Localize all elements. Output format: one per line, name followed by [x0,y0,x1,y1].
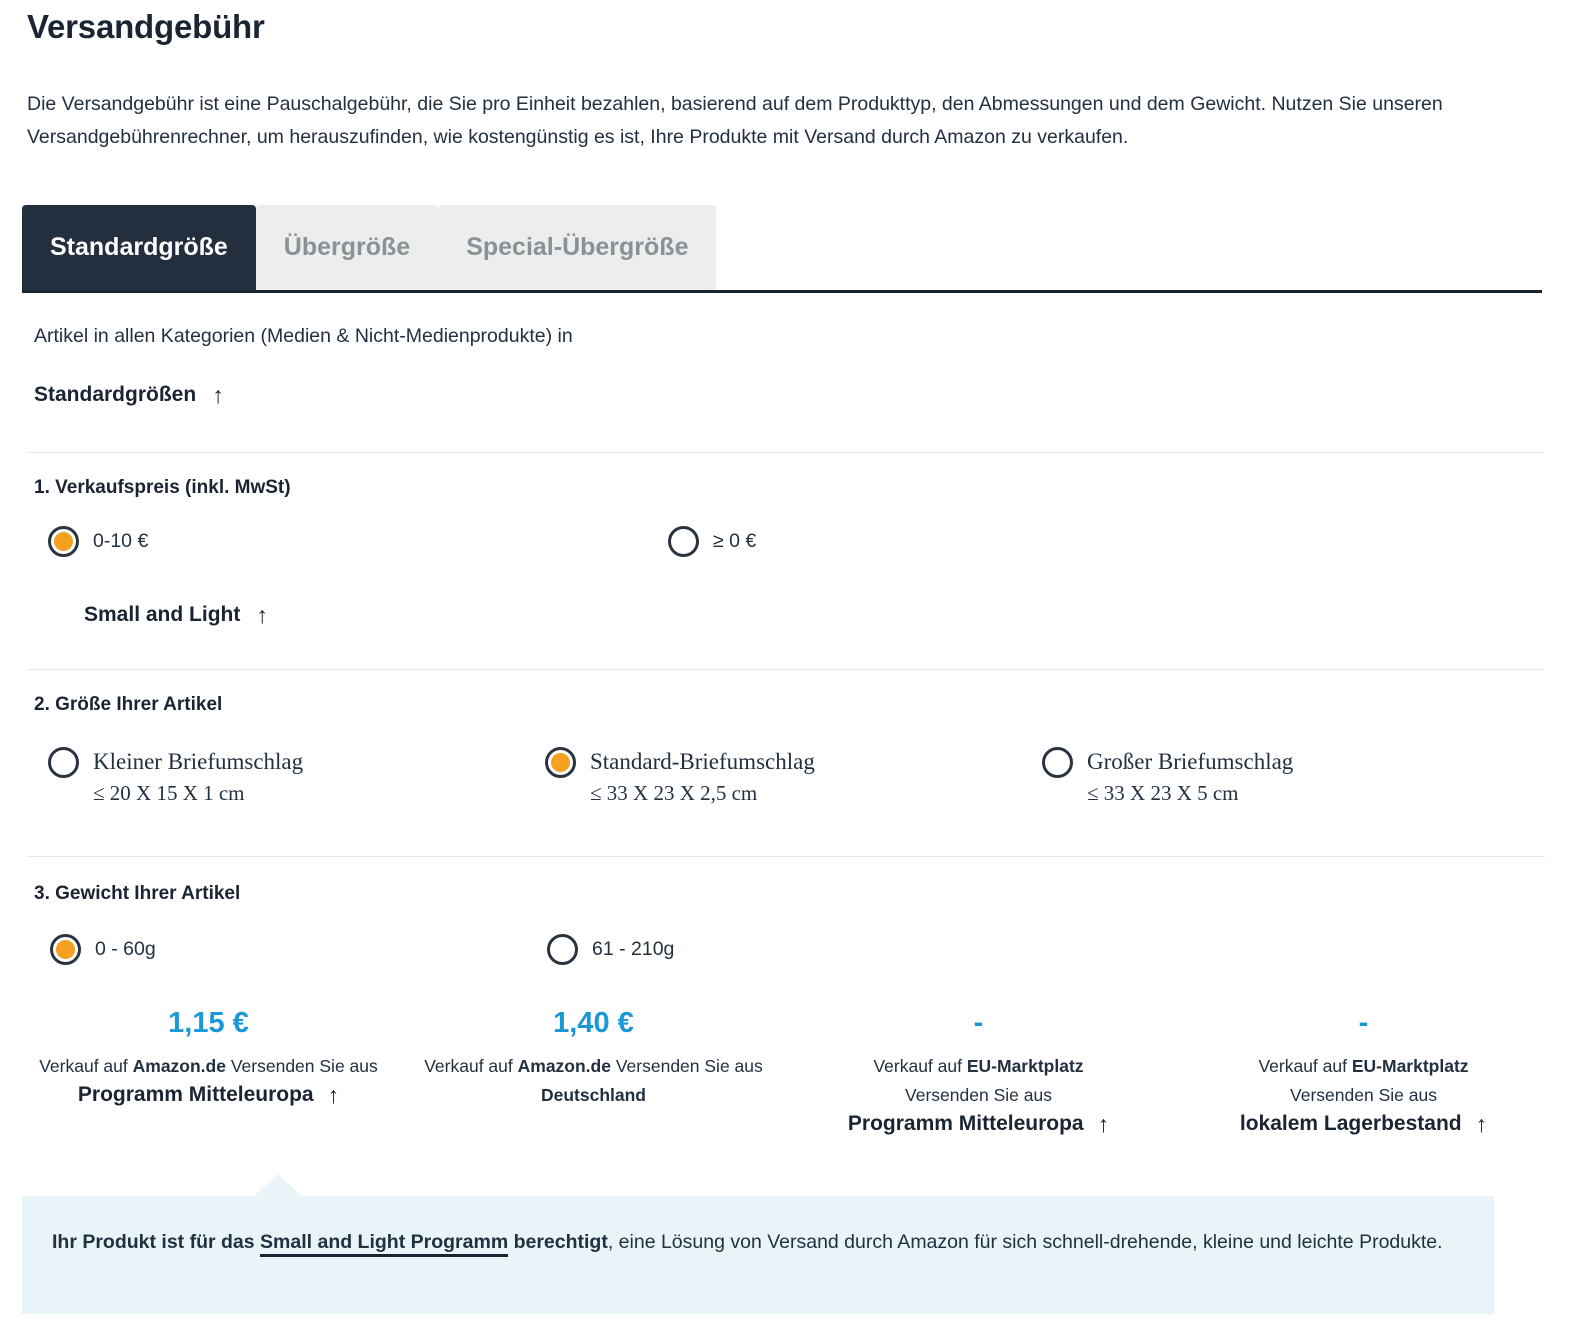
radio-label: ≥ 0 € [713,530,757,552]
eligibility-callout: Ihr Produkt ist für das Small and Light … [22,1196,1494,1314]
radio-dot-selected [50,934,81,965]
radio-dot-selected [48,526,79,557]
link-label: lokalem Lagerbestand [1239,1112,1462,1135]
link-label: Small and Light [84,603,241,626]
link-small-and-light[interactable]: Small and Light ↑ [84,603,268,627]
divider [27,669,1545,670]
size-tabs: Standardgröße Übergröße Special-Übergröß… [22,205,1542,293]
fee-results: 1,15 € Verkauf auf Amazon.de Versenden S… [16,1004,1556,1136]
result-desc-pre: Verkauf auf [424,1056,518,1076]
category-link-standardgroessen[interactable]: Standardgrößen ↑ [34,383,224,407]
radio-weight-61-210g[interactable]: 61 - 210g [547,933,674,966]
radio-price-ge-0[interactable]: ≥ 0 € [668,525,756,558]
result-price: 1,40 € [553,1007,634,1039]
radio-label: 61 - 210g [592,938,675,960]
radio-sublabel-dimensions: ≤ 33 X 23 X 2,5 cm [590,781,758,805]
step-2-title: 2. Größe Ihrer Artikel [34,694,223,715]
link-programm-mitteleuropa[interactable]: Programm Mitteleuropa ↑ [30,1083,387,1107]
callout-arrow-icon [252,1174,304,1198]
callout-post: , eine Lösung von Versand durch Amazon f… [607,1231,1443,1253]
result-column-amazon-de-deutschland: 1,40 € Verkauf auf Amazon.de Versenden S… [401,1004,786,1136]
result-desc-pre: Verkauf auf [873,1056,967,1076]
arrow-up-icon: ↑ [1475,1110,1488,1137]
radio-label: Standard-Briefumschlag [590,749,815,774]
tab-special-uebergroesse[interactable]: Special-Übergröße [438,205,717,290]
radio-price-0-10[interactable]: 0-10 € [48,525,148,558]
result-price: 1,15 € [168,1007,249,1039]
page-intro-text: Die Versandgebühr ist eine Pauschalgebüh… [27,93,1443,148]
result-description: Verkauf auf Amazon.de Versenden Sie aus [30,1052,387,1081]
result-desc-post: Versenden Sie aus [1290,1085,1437,1105]
result-desc-origin: Deutschland [540,1085,647,1105]
result-desc-post: Versenden Sie aus [225,1056,378,1076]
divider [27,856,1545,857]
step-1-title: 1. Verkaufspreis (inkl. MwSt) [34,477,291,498]
result-desc-pre: Verkauf auf [39,1056,133,1076]
radio-dot [48,747,79,778]
tab-label: Special-Übergröße [466,233,689,261]
category-link-label: Standardgrößen [34,383,197,406]
result-price: - [973,1007,984,1039]
result-desc-marketplace: EU-Marktplatz [1351,1056,1469,1076]
result-column-amazon-de-mitteleuropa: 1,15 € Verkauf auf Amazon.de Versenden S… [16,1004,401,1136]
callout-pre: Ihr Produkt ist für das [52,1231,261,1253]
callout-program-link[interactable]: Small and Light Programm [260,1231,509,1257]
radio-label: 0 - 60g [95,938,156,960]
divider [27,452,1545,453]
callout-text: Ihr Produkt ist für das Small and Light … [52,1224,1464,1260]
radio-dot [1042,747,1073,778]
result-column-eu-lokaler-lagerbestand: - Verkauf auf EU-Marktplatz Versenden Si… [1171,1004,1556,1136]
radio-dot [668,526,699,557]
arrow-up-icon: ↑ [1097,1110,1110,1137]
radio-label: Kleiner Briefumschlag [93,749,304,774]
link-label: Programm Mitteleuropa [847,1112,1084,1135]
radio-size-kleiner-briefumschlag[interactable]: Kleiner Briefumschlag ≤ 20 X 15 X 1 cm [48,746,303,809]
radio-weight-0-60g[interactable]: 0 - 60g [50,933,156,966]
radio-sublabel-dimensions: ≤ 33 X 23 X 5 cm [1087,781,1239,805]
category-description: Artikel in allen Kategorien (Medien & Ni… [34,325,573,347]
result-desc-marketplace: Amazon.de [132,1056,226,1076]
result-description: Verkauf auf EU-Marktplatz Versenden Sie … [800,1052,1157,1110]
tab-uebergroesse[interactable]: Übergröße [255,205,439,290]
radio-dot-selected [545,747,576,778]
radio-dot [547,934,578,965]
link-lokalem-lagerbestand[interactable]: lokalem Lagerbestand ↑ [1185,1112,1542,1136]
arrow-up-icon: ↑ [256,601,268,628]
result-description: Verkauf auf Amazon.de Versenden Sie aus … [415,1052,772,1110]
step-3-title: 3. Gewicht Ihrer Artikel [34,883,241,904]
radio-size-grosser-briefumschlag[interactable]: Großer Briefumschlag ≤ 33 X 23 X 5 cm [1042,746,1293,809]
arrow-up-icon: ↑ [212,381,224,408]
result-desc-post: Versenden Sie aus [905,1085,1052,1105]
tab-label: Standardgröße [50,233,228,261]
radio-label: Großer Briefumschlag [1087,749,1294,774]
result-desc-marketplace: EU-Marktplatz [966,1056,1084,1076]
tab-spacer [716,205,1542,290]
link-label: Programm Mitteleuropa [77,1083,314,1106]
radio-label: 0-10 € [93,530,149,552]
result-desc-pre: Verkauf auf [1258,1056,1352,1076]
result-desc-marketplace: Amazon.de [517,1056,611,1076]
result-column-eu-mitteleuropa: - Verkauf auf EU-Marktplatz Versenden Si… [786,1004,1171,1136]
result-price: - [1358,1007,1369,1039]
result-desc-post: Versenden Sie aus [610,1056,763,1076]
radio-sublabel-dimensions: ≤ 20 X 15 X 1 cm [93,781,245,805]
callout-mid: berechtigt [508,1231,608,1253]
link-programm-mitteleuropa[interactable]: Programm Mitteleuropa ↑ [800,1112,1157,1136]
page-title: Versandgebühr [27,8,265,45]
tab-label: Übergröße [283,233,411,261]
radio-size-standard-briefumschlag[interactable]: Standard-Briefumschlag ≤ 33 X 23 X 2,5 c… [545,746,815,809]
arrow-up-icon: ↑ [327,1081,340,1108]
shipping-fee-page: Versandgebühr Die Versandgebühr ist eine… [0,0,1572,1331]
tab-standardgroesse[interactable]: Standardgröße [22,205,256,290]
result-description: Verkauf auf EU-Marktplatz Versenden Sie … [1185,1052,1542,1110]
